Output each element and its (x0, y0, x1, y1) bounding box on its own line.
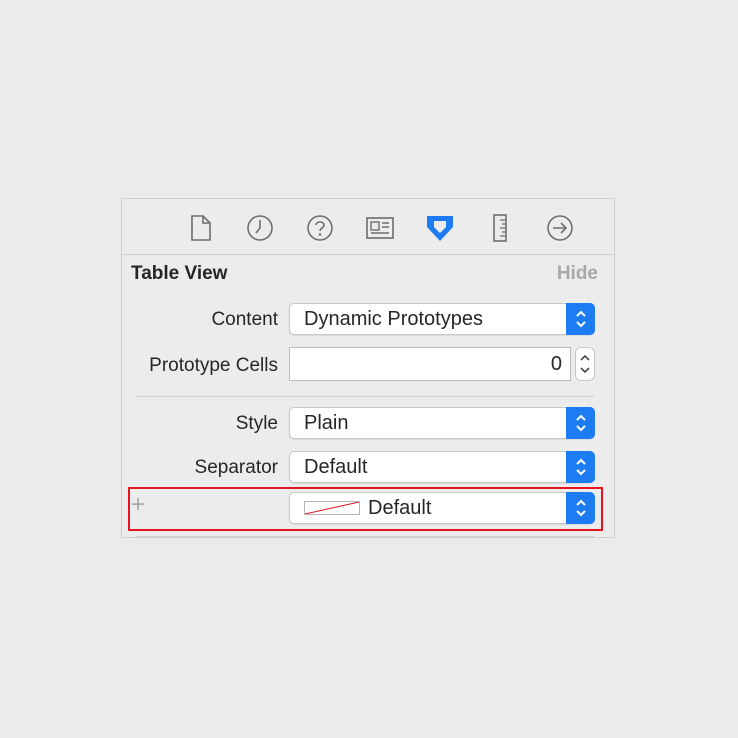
chevron-updown-icon (566, 451, 595, 483)
hide-button[interactable]: Hide (557, 263, 598, 285)
chevron-updown-icon (566, 303, 595, 335)
section-title: Table View (131, 263, 228, 284)
prototype-cells-field[interactable]: 0 (289, 347, 571, 381)
prototype-cells-stepper[interactable] (575, 347, 595, 381)
content-value: Dynamic Prototypes (304, 308, 483, 330)
inspector-toolbar (122, 199, 614, 255)
chevron-updown-icon (566, 407, 595, 439)
style-label: Style (235, 413, 278, 434)
divider (136, 396, 594, 397)
divider (136, 536, 594, 537)
file-icon[interactable] (186, 213, 216, 243)
ruler-icon[interactable] (485, 213, 515, 243)
arrow-circle-icon[interactable] (545, 213, 575, 243)
clock-icon[interactable] (245, 213, 275, 243)
separator-value: Default (304, 456, 368, 478)
color-swatch (304, 501, 360, 515)
style-value: Plain (304, 412, 349, 434)
content-popup[interactable]: Dynamic Prototypes (289, 303, 595, 335)
chevron-updown-icon (566, 492, 595, 524)
prototype-cells-label: Prototype Cells (149, 355, 278, 376)
identity-card-icon[interactable] (365, 213, 395, 243)
stepper-arrows-icon (580, 354, 590, 374)
question-icon[interactable] (305, 213, 335, 243)
separator-color-value: Default (368, 497, 432, 519)
attributes-icon[interactable] (425, 213, 455, 243)
style-popup[interactable]: Plain (289, 407, 595, 439)
separator-color-popup[interactable]: Default (289, 492, 595, 524)
attributes-inspector-panel: Table View Hide Content Dynamic Prototyp… (121, 198, 615, 538)
separator-popup[interactable]: Default (289, 451, 595, 483)
separator-label: Separator (194, 457, 278, 478)
content-label: Content (211, 309, 278, 330)
add-variation-button[interactable]: + (131, 493, 145, 517)
prototype-cells-value: 0 (550, 353, 562, 375)
